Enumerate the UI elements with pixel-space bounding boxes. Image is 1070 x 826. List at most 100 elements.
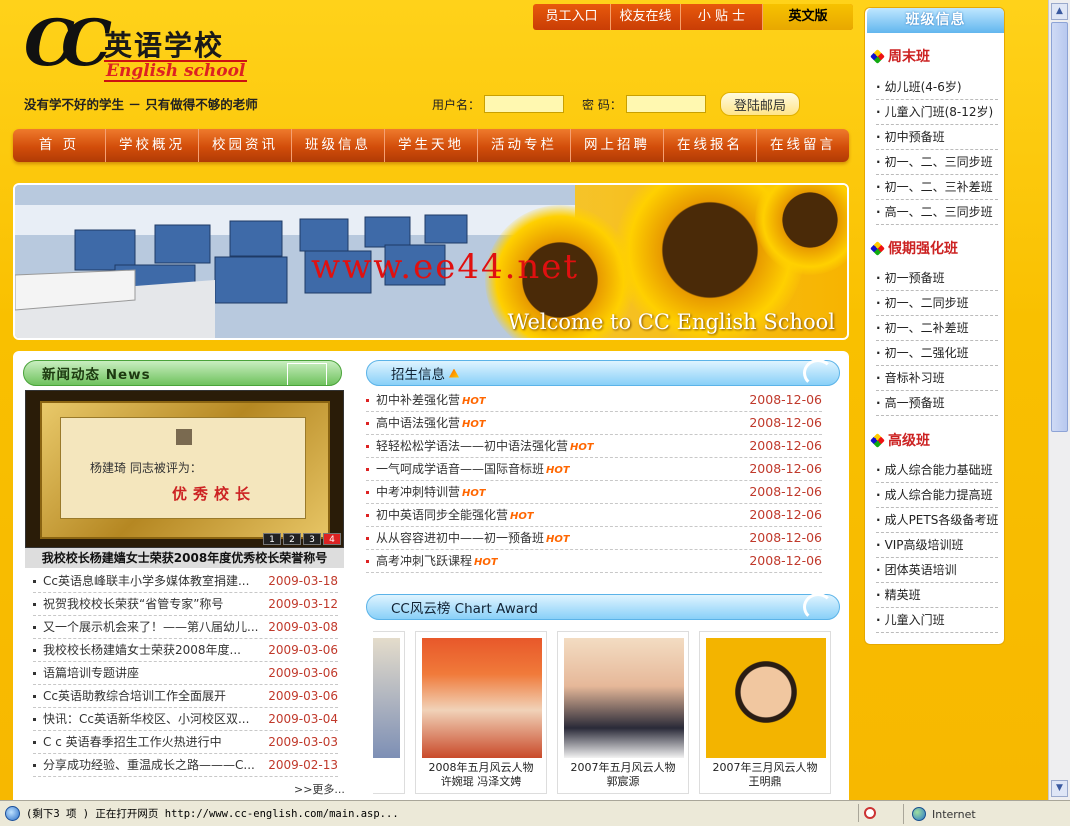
slogan: 没有学不好的学生 － 只有做得不够的老师	[24, 97, 258, 112]
enroll-section-header[interactable]: 招生信息	[366, 359, 840, 387]
page: CC 英语学校 English school 没有学不好的学生 － 只有做得不够…	[0, 0, 1048, 800]
english-version-link[interactable]: 英文版	[763, 4, 853, 30]
news-more-link[interactable]: >>更多...	[294, 781, 345, 797]
banner-image: www.ee44.net Welcome to CC English Schoo…	[13, 183, 849, 340]
watermark-text: www.ee44.net	[311, 247, 580, 287]
enroll-item[interactable]: 初中英语同步全能强化营 HOT 2008-12-06	[366, 504, 822, 527]
portrait-photo	[176, 429, 192, 445]
certificate-text: 杨建琦 同志被评为：	[90, 461, 202, 475]
slide-2-button[interactable]: 2	[283, 533, 301, 545]
class-link[interactable]: 儿童入门班(8-12岁)	[876, 100, 998, 125]
scroll-thumb[interactable]	[1051, 22, 1068, 432]
logo-chinese-name: 英语学校	[104, 29, 225, 62]
class-link[interactable]: 初一、二强化班	[876, 341, 998, 366]
class-info-sidebar: 班级信息 周末班 幼儿班(4-6岁) 儿童入门班(8-12岁) 初中预备班 初一…	[864, 7, 1005, 645]
enroll-title: 招生信息	[391, 367, 445, 383]
enroll-item[interactable]: 轻轻松松学语法——初中语法强化营 HOT 2008-12-06	[366, 435, 822, 458]
welcome-text: Welcome to CC English School	[507, 310, 835, 334]
class-info-title: 班级信息	[867, 8, 1004, 33]
news-slideshow[interactable]: 杨建琦 同志被评为： 优秀校长 1 2 3 4	[25, 390, 344, 548]
nav-students[interactable]: 学生天地	[385, 129, 478, 162]
scroll-up-arrow-icon[interactable]: ▲	[1051, 3, 1068, 20]
class-link[interactable]: 成人综合能力基础班	[876, 458, 998, 483]
class-link[interactable]: 初一、二同步班	[876, 291, 998, 316]
news-item[interactable]: 快讯：Cc英语新华校区、小河校区双... 2009-03-04	[33, 708, 338, 731]
class-link[interactable]: 成人综合能力提高班	[876, 483, 998, 508]
username-input[interactable]	[484, 95, 565, 113]
class-link[interactable]: 成人PETS各级备考班	[876, 508, 998, 533]
news-item[interactable]: C c 英语春季招生工作火热进行中 2009-03-03	[33, 731, 338, 754]
class-link[interactable]: VIP高级培训班	[876, 533, 998, 558]
news-item[interactable]: 又一个展示机会来了！——第八届幼儿... 2009-03-08	[33, 616, 338, 639]
tips-link[interactable]: 小 贴 士	[681, 4, 763, 30]
award-card[interactable]: 2008年五月风云人物 许婉琨 冯泽文娉	[415, 631, 547, 794]
chart-award-gallery: 人物 2008年五月风云人物许婉琨 冯泽文娉 2007年五月风云人物郭宸源 20…	[373, 631, 843, 796]
chart-award-header[interactable]: CC风云榜 Chart Award	[366, 593, 840, 621]
class-link[interactable]: 精英班	[876, 583, 998, 608]
award-card[interactable]: 2007年五月风云人物 郭宸源	[557, 631, 689, 794]
page-loading-icon	[5, 806, 20, 821]
hot-badge: HOT	[546, 465, 570, 476]
nav-campus-news[interactable]: 校园资讯	[199, 129, 292, 162]
slide-4-button[interactable]: 4	[323, 533, 341, 545]
mail-login-button[interactable]: 登陆邮局	[719, 92, 800, 116]
enroll-item[interactable]: 高考冲刺飞跃课程 HOT 2008-12-06	[366, 550, 822, 573]
nav-activities[interactable]: 活动专栏	[478, 129, 571, 162]
class-link[interactable]: 初一、二补差班	[876, 316, 998, 341]
alumni-online-link[interactable]: 校友在线	[611, 4, 681, 30]
scroll-down-arrow-icon[interactable]: ▼	[1051, 780, 1068, 797]
nav-recruit[interactable]: 网上招聘	[571, 129, 664, 162]
enroll-item[interactable]: 初中补差强化营 HOT 2008-12-06	[366, 389, 822, 412]
news-item[interactable]: Cc英语息峰联丰小学多媒体教室捐建... 2009-03-18	[33, 570, 338, 593]
class-link[interactable]: 高一预备班	[876, 391, 998, 416]
colorful-diamond-icon	[870, 432, 885, 448]
password-label: 密 码：	[582, 97, 622, 112]
news-item[interactable]: 分享成功经验、重温成长之路———C... 2009-02-13	[33, 754, 338, 777]
security-zone[interactable]: Internet	[903, 804, 1070, 824]
slide-1-button[interactable]: 1	[263, 533, 281, 545]
group-holiday[interactable]: 假期强化班	[870, 238, 958, 258]
award-card[interactable]: 人物	[373, 631, 405, 794]
zone-label: Internet	[932, 807, 976, 821]
enroll-item[interactable]: 一气呵成学语音——国际音标班 HOT 2008-12-06	[366, 458, 822, 481]
password-input[interactable]	[625, 95, 706, 113]
nav-classes[interactable]: 班级信息	[292, 129, 385, 162]
class-link[interactable]: 初中预备班	[876, 125, 998, 150]
class-link[interactable]: 高一、二、三同步班	[876, 200, 998, 225]
award-photo	[706, 638, 826, 758]
vertical-scrollbar[interactable]: ▲ ▼	[1048, 0, 1070, 800]
class-link[interactable]: 初一、二、三补差班	[876, 175, 998, 200]
group-weekend[interactable]: 周末班	[870, 46, 930, 66]
news-item[interactable]: 我校校长杨建嫱女士荣获2008年度... 2009-03-06	[33, 639, 338, 662]
certificate-title: 优秀校长	[172, 485, 257, 503]
class-link[interactable]: 初一、二、三同步班	[876, 150, 998, 175]
graduation-hat-icon	[449, 368, 459, 378]
nav-about[interactable]: 学校概况	[106, 129, 199, 162]
class-link[interactable]: 幼儿班(4-6岁)	[876, 75, 998, 100]
class-link[interactable]: 音标补习班	[876, 366, 998, 391]
class-link[interactable]: 初一预备班	[876, 266, 998, 291]
enroll-item[interactable]: 高中语法强化营 HOT 2008-12-06	[366, 412, 822, 435]
nav-message[interactable]: 在线留言	[757, 129, 849, 162]
news-photo-caption[interactable]: 我校校长杨建嫱女士荣获2008年度优秀校长荣誉称号	[25, 548, 344, 568]
group-advanced[interactable]: 高级班	[870, 430, 930, 450]
news-item[interactable]: Cc英语助教综合培训工作全面展开 2009-03-06	[33, 685, 338, 708]
sun-icon	[803, 359, 833, 387]
enroll-item[interactable]: 中考冲刺特训营 HOT 2008-12-06	[366, 481, 822, 504]
news-title: 新闻动态 News	[42, 367, 151, 383]
news-item[interactable]: 语篇培训专题讲座 2009-03-06	[33, 662, 338, 685]
nav-home[interactable]: 首 页	[13, 129, 106, 162]
class-link[interactable]: 儿童入门班	[876, 608, 998, 633]
slide-3-button[interactable]: 3	[303, 533, 321, 545]
award-photo	[564, 638, 684, 758]
enroll-item[interactable]: 从从容容进初中——初一预备班 HOT 2008-12-06	[366, 527, 822, 550]
news-item[interactable]: 祝贺我校校长荣获“省管专家”称号 2009-03-12	[33, 593, 338, 616]
hot-badge: HOT	[474, 557, 498, 568]
staff-entry-link[interactable]: 员工入口	[533, 4, 611, 30]
school-logo[interactable]: CC 英语学校 English school	[24, 8, 274, 88]
award-card[interactable]: 2007年三月风云人物 王明鼎	[699, 631, 831, 794]
nav-enroll-online[interactable]: 在线报名	[664, 129, 757, 162]
class-link[interactable]: 团体英语培训	[876, 558, 998, 583]
sun-icon	[803, 593, 833, 621]
news-section-header[interactable]: 新闻动态 News	[23, 360, 342, 386]
